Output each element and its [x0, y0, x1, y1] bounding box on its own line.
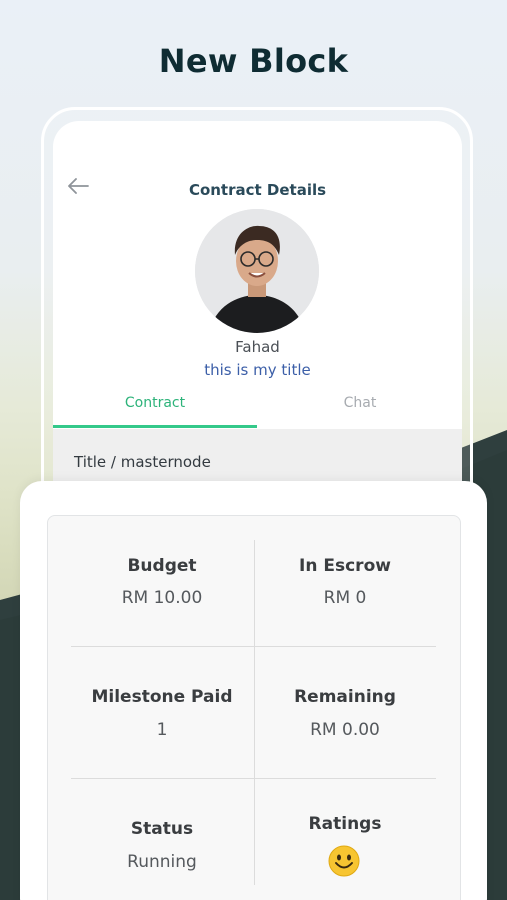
remaining-label: Remaining: [294, 687, 396, 707]
tab-contract[interactable]: Contract: [53, 395, 257, 411]
ratings-label: Ratings: [308, 814, 382, 834]
escrow-value: RM 0: [323, 588, 367, 608]
avatar[interactable]: [195, 209, 319, 333]
user-title: this is my title: [204, 361, 311, 379]
tab-chat[interactable]: Chat: [258, 395, 462, 411]
active-tab-indicator: [53, 425, 257, 428]
user-name: Fahad: [235, 338, 280, 356]
milestone-paid-label: Milestone Paid: [91, 687, 233, 707]
promo-headline: New Block: [158, 42, 349, 80]
contract-title: Title / masternode: [74, 453, 211, 471]
milestone-paid-value: 1: [156, 720, 168, 740]
budget-value: RM 10.00: [121, 588, 203, 608]
smiley-icon: [328, 845, 360, 877]
phone-screen: Contract Details Fahad this is my title …: [53, 121, 462, 521]
status-label: Status: [130, 819, 194, 839]
budget-label: Budget: [127, 556, 197, 576]
screen-title: Contract Details: [188, 181, 327, 199]
grid-divider-horizontal: [71, 646, 436, 647]
escrow-label: In Escrow: [299, 556, 391, 576]
grid-divider-horizontal: [71, 778, 436, 779]
status-value: Running: [127, 852, 197, 872]
remaining-value: RM 0.00: [310, 720, 380, 740]
